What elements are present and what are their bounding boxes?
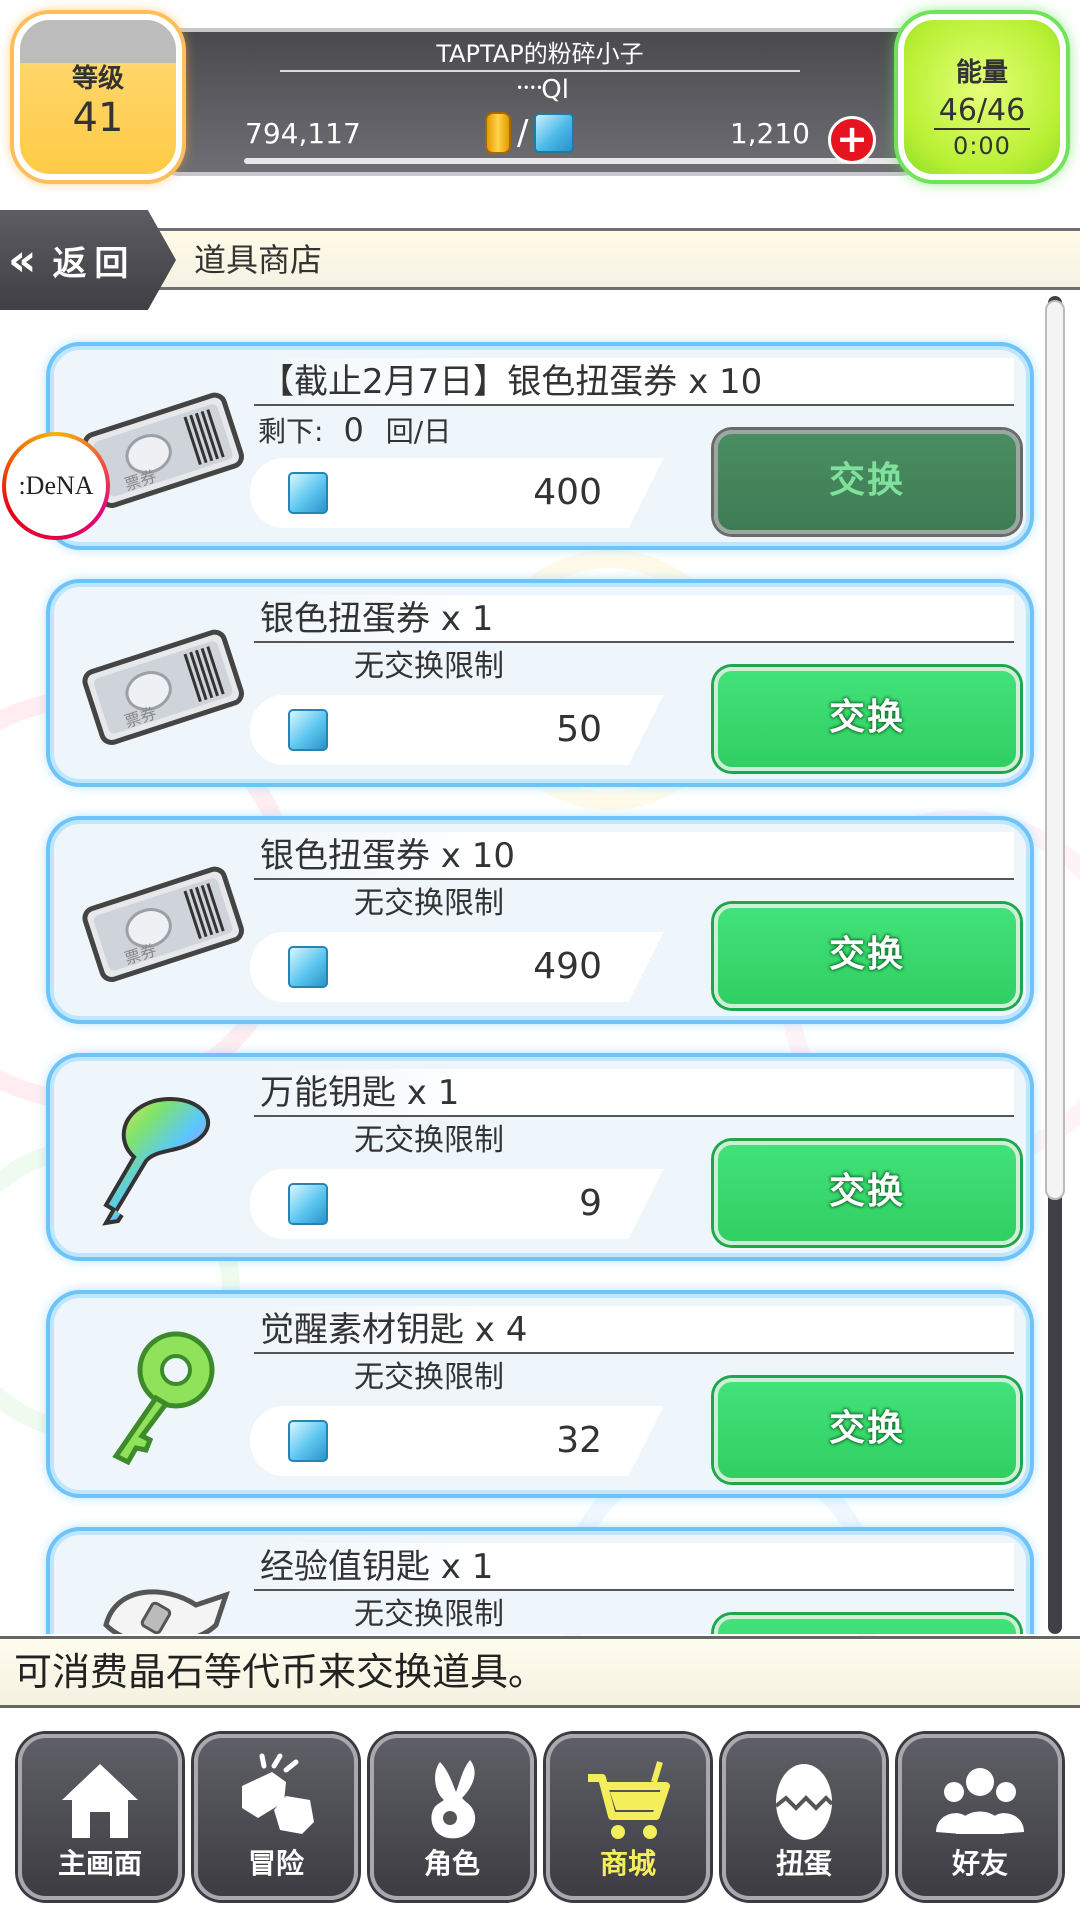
- item-limit: 无交换限制: [354, 886, 504, 921]
- scrollbar-thumb[interactable]: [1045, 300, 1065, 1200]
- level-value: 41: [72, 95, 124, 141]
- egg-icon: [774, 1764, 834, 1840]
- exchange-button[interactable]: 交换: [714, 1615, 1020, 1634]
- price-value: 400: [533, 472, 602, 513]
- silver-ticket-icon: 票券: [82, 866, 244, 982]
- coins-amount: 794,117: [245, 117, 361, 150]
- silver-ticket-icon: 票券: [82, 629, 244, 745]
- shop-item-card: 觉醒素材钥匙 x 4 无交换限制 32 交换: [50, 1294, 1030, 1494]
- gem-icon: [288, 472, 328, 514]
- gem-icon: [534, 113, 575, 153]
- back-label: 返回: [52, 243, 137, 284]
- shop-item-card: 经验值钥匙 x 1 无交换限制 交换: [50, 1531, 1030, 1634]
- double-chevron-left-icon: «: [8, 234, 37, 286]
- exchange-button[interactable]: 交换: [714, 1378, 1020, 1482]
- add-gems-button[interactable]: +: [828, 116, 876, 164]
- price-box: 490: [250, 932, 664, 1002]
- gem-icon: [288, 1183, 328, 1225]
- dena-logo: :DeNA: [2, 432, 110, 540]
- energy-label: 能量: [955, 58, 1008, 88]
- nav-label: 商城: [599, 1847, 656, 1880]
- price-value: 32: [556, 1420, 602, 1461]
- item-name: 经验值钥匙 x 1: [254, 1543, 1014, 1591]
- gems-amount: 1,210: [729, 117, 810, 150]
- price-box: 32: [250, 1406, 664, 1476]
- gem-icon: [288, 946, 328, 988]
- rainbow-key-icon: [102, 1097, 210, 1226]
- limit-count: 0: [343, 411, 364, 449]
- fist-bump-icon: [242, 1753, 314, 1834]
- item-limit: 无交换限制: [354, 1360, 504, 1395]
- energy-timer: 0:00: [953, 132, 1011, 160]
- nav-label: 扭蛋: [775, 1847, 832, 1880]
- item-name: 银色扭蛋券 x 10: [254, 832, 1014, 880]
- nav-label: 好友: [951, 1847, 1008, 1880]
- player-title: ᠁Ql: [510, 75, 569, 105]
- price-box: 50: [250, 695, 664, 765]
- bunny-icon: [431, 1760, 476, 1839]
- shop-item-card: 万能钥匙 x 1 无交换限制 9 交换: [50, 1057, 1030, 1257]
- price-box: 9: [250, 1169, 664, 1239]
- shop-item-list[interactable]: 票券 【截止2月7日】银色扭蛋券 x 10 剩下: 0 回/日 400 交换 票…: [0, 296, 1080, 1634]
- energy-badge[interactable]: 能量 46/46 0:00: [898, 14, 1066, 180]
- price-value: 9: [579, 1183, 602, 1224]
- item-limit: 无交换限制: [354, 1597, 504, 1632]
- friends-icon: [936, 1768, 1024, 1834]
- nav-tab-home[interactable]: 主画面: [18, 1734, 182, 1900]
- bottom-nav: 主画面 冒险 角色 商城 扭蛋 好友: [0, 1712, 1080, 1920]
- nav-tab-adventure[interactable]: 冒险: [194, 1734, 358, 1900]
- item-limit: 剩下: 0 回/日: [258, 408, 451, 452]
- back-button[interactable]: « 返回: [0, 210, 176, 310]
- price-value: 490: [533, 946, 602, 987]
- shop-item-card: 票券 【截止2月7日】银色扭蛋券 x 10 剩下: 0 回/日 400 交换: [50, 346, 1030, 546]
- exchange-button[interactable]: 交换: [714, 904, 1020, 1008]
- status-bar: TAPTAP的粉碎小子 ᠁Ql 794,117 / 1,210 + 等级 41 …: [0, 0, 1080, 190]
- currency-icons: /: [485, 108, 595, 158]
- item-name: 【截止2月7日】银色扭蛋券 x 10: [254, 358, 1014, 406]
- price-value: 50: [556, 709, 602, 750]
- nav-label: 冒险: [247, 1847, 304, 1880]
- item-limit: 无交换限制: [354, 649, 504, 684]
- nav-tab-gacha[interactable]: 扭蛋: [722, 1734, 886, 1900]
- nav-label: 主画面: [57, 1847, 142, 1880]
- item-limit: 无交换限制: [354, 1123, 504, 1158]
- nav-label: 角色: [423, 1847, 480, 1880]
- price-box: 400: [250, 458, 664, 528]
- player-name: TAPTAP的粉碎小子: [280, 36, 800, 72]
- exchange-button[interactable]: 交换: [714, 667, 1020, 771]
- currency-separator: /: [517, 113, 529, 153]
- green-key-icon: [112, 1331, 215, 1466]
- gem-icon: [288, 709, 328, 751]
- shop-item-card: 票券 银色扭蛋券 x 10 无交换限制 490 交换: [50, 820, 1030, 1020]
- nav-tab-friends[interactable]: 好友: [898, 1734, 1062, 1900]
- exchange-button[interactable]: 交换: [714, 1141, 1020, 1245]
- shop-item-card: 票券 银色扭蛋券 x 1 无交换限制 50 交换: [50, 583, 1030, 783]
- energy-value: 46/46: [934, 93, 1030, 130]
- info-text: 可消费晶石等代币来交换道具。: [0, 1636, 1080, 1708]
- item-name: 觉醒素材钥匙 x 4: [254, 1306, 1014, 1354]
- item-name: 万能钥匙 x 1: [254, 1069, 1014, 1117]
- cart-icon: [588, 1761, 670, 1839]
- nav-tab-character[interactable]: 角色: [370, 1734, 534, 1900]
- limit-unit: 回/日: [385, 415, 452, 448]
- coin-icon: [485, 112, 511, 154]
- level-badge: 等级 41: [14, 14, 182, 180]
- nav-tab-shop[interactable]: 商城: [546, 1734, 710, 1900]
- exchange-button[interactable]: 交换: [714, 430, 1020, 534]
- limit-label: 剩下:: [258, 415, 324, 448]
- level-label: 等级: [71, 64, 124, 94]
- home-icon: [62, 1764, 138, 1838]
- gem-icon: [288, 1420, 328, 1462]
- item-name: 银色扭蛋券 x 1: [254, 595, 1014, 643]
- exp-key-icon: [103, 1589, 230, 1634]
- page-title: 道具商店: [194, 241, 323, 279]
